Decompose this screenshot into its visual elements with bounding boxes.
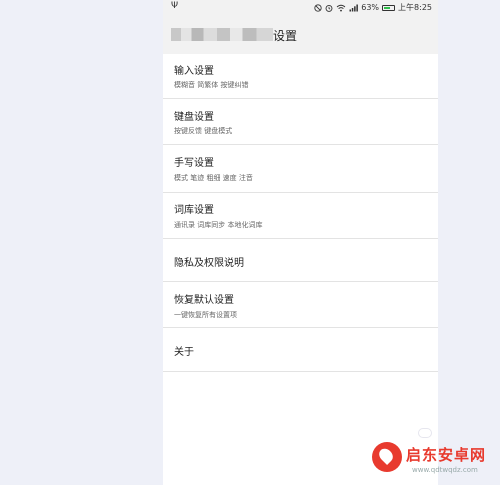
settings-item-label: 输入设置 <box>174 66 214 77</box>
settings-item-input[interactable]: 输入设置 模糊音 简繁体 按键纠错 <box>163 54 438 99</box>
phone-screen: Ψ 63% 上午8:25 设置 输入设置 模糊音 简繁体 按键纠错 键盘设置 按… <box>163 0 438 485</box>
settings-item-label: 恢复默认设置 <box>174 295 234 306</box>
screenshot-canvas: Ψ 63% 上午8:25 设置 输入设置 模糊音 简繁体 按键纠错 键盘设置 按… <box>0 0 500 485</box>
settings-item-sub: 按键反馈 键盘模式 <box>174 127 233 135</box>
mute-icon <box>314 3 322 12</box>
settings-item-privacy[interactable]: 隐私及权限说明 <box>163 239 438 282</box>
alarm-icon <box>325 4 333 12</box>
watermark-logo-icon <box>372 442 402 472</box>
redacted-text <box>171 28 273 41</box>
usb-icon: Ψ <box>171 1 179 11</box>
settings-item-dictionary[interactable]: 词库设置 通讯录 词库同步 本地化词库 <box>163 193 438 239</box>
settings-item-label: 键盘设置 <box>174 112 214 123</box>
status-time: 上午8:25 <box>398 3 432 12</box>
battery-fill <box>384 6 391 9</box>
settings-item-handwriting[interactable]: 手写设置 模式 笔迹 粗细 速度 注音 <box>163 145 438 193</box>
settings-item-label: 词库设置 <box>174 205 214 216</box>
signal-icon <box>349 4 359 11</box>
settings-item-sub: 模糊音 简繁体 按键纠错 <box>174 81 249 89</box>
settings-list: 输入设置 模糊音 简繁体 按键纠错 键盘设置 按键反馈 键盘模式 手写设置 模式… <box>163 54 438 372</box>
settings-item-sub: 模式 笔迹 粗细 速度 注音 <box>174 174 253 182</box>
status-icons: 63% 上午8:25 <box>314 2 432 13</box>
app-bar: 设置 <box>163 14 438 54</box>
faint-chat-icon <box>418 428 432 438</box>
status-bar: Ψ 63% 上午8:25 <box>163 0 438 14</box>
settings-item-label: 隐私及权限说明 <box>174 258 244 269</box>
settings-item-keyboard[interactable]: 键盘设置 按键反馈 键盘模式 <box>163 99 438 145</box>
settings-item-label: 关于 <box>174 347 194 358</box>
settings-item-sub: 通讯录 词库同步 本地化词库 <box>174 221 263 229</box>
watermark: 启东安卓网 www.qdtwqdz.com <box>372 440 500 485</box>
settings-item-label: 手写设置 <box>174 158 214 169</box>
settings-item-about[interactable]: 关于 <box>163 328 438 372</box>
battery-percent: 63% <box>361 3 380 12</box>
wifi-icon <box>336 4 346 11</box>
battery-icon <box>382 4 396 11</box>
watermark-url: www.qdtwqdz.com <box>412 466 478 474</box>
watermark-name: 启东安卓网 <box>406 446 487 464</box>
page-title: 设置 <box>273 29 298 43</box>
settings-item-restore-defaults[interactable]: 恢复默认设置 一键恢复所有设置项 <box>163 282 438 328</box>
settings-item-sub: 一键恢复所有设置项 <box>174 311 237 319</box>
